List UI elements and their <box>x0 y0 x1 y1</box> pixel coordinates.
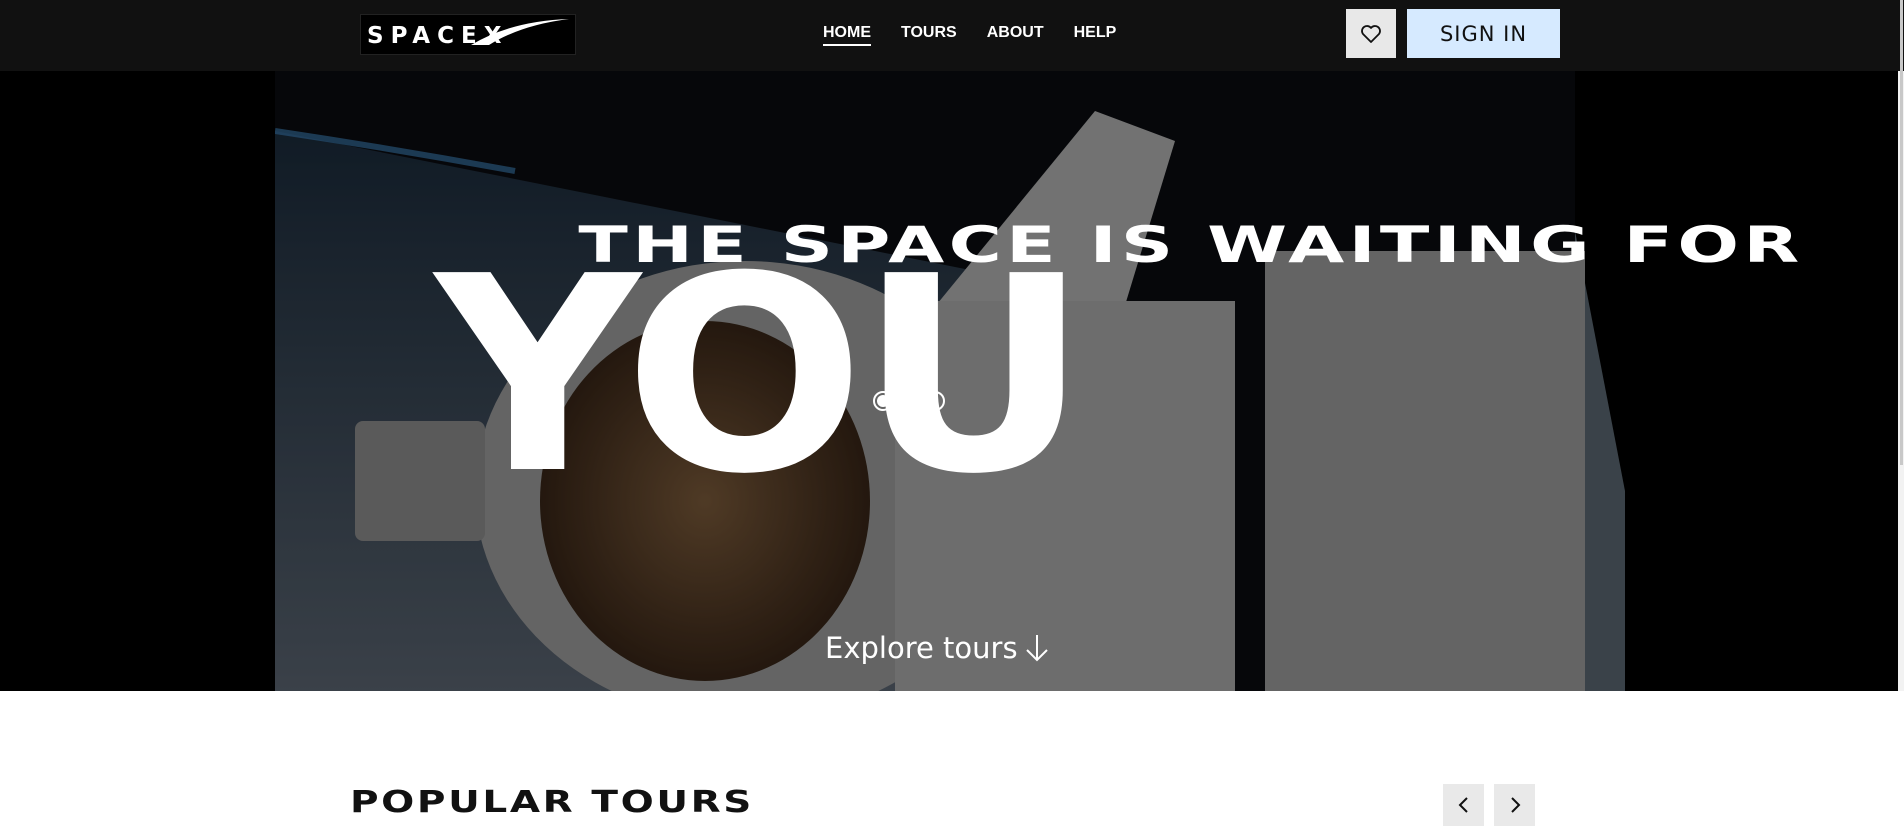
chevron-left-icon <box>1458 797 1468 813</box>
nav-home[interactable]: HOME <box>823 24 871 46</box>
heart-icon <box>1361 24 1381 43</box>
slide-dot-3[interactable] <box>925 391 945 411</box>
nav-help[interactable]: HELP <box>1074 24 1117 46</box>
explore-tours-label: Explore tours <box>825 631 1018 665</box>
slide-dot-2[interactable] <box>899 391 919 411</box>
slider-dots <box>873 391 945 411</box>
hero-content: THE SPACE IS WAITING FOR YOU Explore tou… <box>0 71 1898 691</box>
main-nav: HOME TOURS ABOUT HELP <box>823 24 1116 46</box>
arrow-down-icon <box>1025 635 1048 662</box>
tours-prev-button[interactable] <box>1443 784 1484 826</box>
tours-next-button[interactable] <box>1494 784 1535 826</box>
spacex-logo[interactable]: SPACEX <box>360 14 576 55</box>
nav-tours[interactable]: TOURS <box>901 24 957 46</box>
slide-dot-active-fill <box>877 395 889 407</box>
logo-text: SPACEX <box>367 23 509 49</box>
favorites-button[interactable] <box>1346 9 1396 58</box>
hero-section: THE SPACE IS WAITING FOR YOU Explore tou… <box>0 71 1898 691</box>
chevron-right-icon <box>1510 797 1520 813</box>
scrollbar-thumb[interactable] <box>1900 0 1903 465</box>
popular-tours-title: POPULAR TOURS <box>350 785 754 820</box>
sign-in-button[interactable]: SIGN IN <box>1407 9 1560 58</box>
hero-title: YOU <box>435 218 1089 533</box>
site-header: SPACEX HOME TOURS ABOUT HELP SIGN IN <box>0 0 1904 71</box>
nav-about[interactable]: ABOUT <box>987 24 1044 46</box>
explore-tours-link[interactable]: Explore tours <box>825 631 1050 665</box>
slide-dot-1[interactable] <box>873 391 893 411</box>
